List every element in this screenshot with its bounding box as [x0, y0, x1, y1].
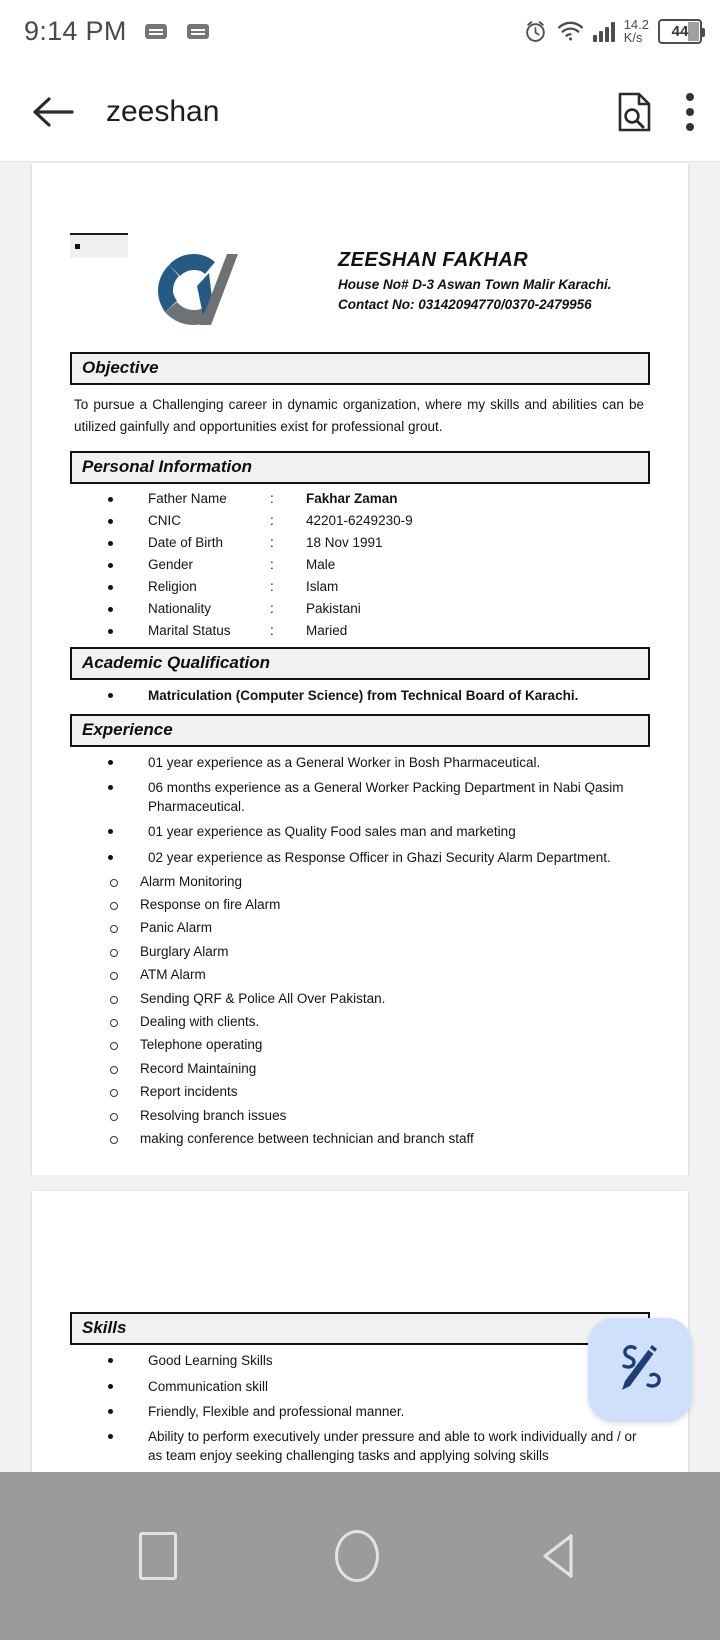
pi-label: Father Name — [148, 490, 227, 506]
kebab-menu-icon[interactable] — [686, 92, 694, 131]
chat-icon — [186, 23, 209, 39]
table-row: Marital Status : Maried — [70, 623, 650, 638]
section-heading-personal-information: Personal Information — [70, 450, 650, 484]
system-navigation-bar — [0, 1472, 720, 1640]
document-search-icon[interactable] — [616, 92, 652, 132]
signal-icon — [592, 20, 615, 42]
list-item: Dealing with clients. — [70, 1013, 650, 1032]
list-item: Communication skill — [70, 1377, 650, 1396]
section-heading-objective: Objective — [70, 352, 650, 385]
list-item: 01 year experience as a General Worker i… — [70, 753, 650, 772]
list-item: making conference between technician and… — [70, 1130, 650, 1149]
experience-sub-list: Alarm Monitoring Response on fire Alarm … — [70, 873, 650, 1149]
pi-label: Marital Status — [148, 622, 231, 638]
list-item: Friendly, Flexible and professional mann… — [70, 1402, 650, 1421]
pi-colon: : — [270, 512, 274, 528]
pi-colon: : — [270, 534, 274, 550]
pi-label: Gender — [148, 556, 194, 572]
circle-home-icon[interactable] — [335, 1530, 379, 1582]
pi-value: Fakhar Zaman — [306, 490, 398, 506]
table-row: Religion : Islam — [70, 579, 650, 594]
phone-screen: 9:14 PM 14.2 K/s 44 zeeshan ZEESHAN FAKH… — [0, 0, 720, 1640]
experience-list: 01 year experience as a General Worker i… — [70, 753, 650, 867]
list-item: Sending QRF & Police All Over Pakistan. — [70, 990, 650, 1009]
list-item: Response on fire Alarm — [70, 896, 650, 915]
back-arrow-icon[interactable] — [32, 95, 74, 129]
app-bar-actions — [616, 92, 694, 132]
pi-colon: : — [270, 600, 274, 616]
document-page-2: Skills Good Learning Skills Communicatio… — [32, 1191, 688, 1472]
wifi-icon — [557, 21, 583, 41]
battery-level-text: 44 — [671, 22, 689, 40]
list-item: 06 months experience as a General Worker… — [70, 778, 650, 816]
pi-colon: : — [270, 556, 274, 572]
chat-icon — [144, 23, 167, 39]
list-item: 02 year experience as Response Officer i… — [70, 848, 650, 867]
list-item: Telephone operating — [70, 1036, 650, 1055]
section-heading-experience: Experience — [70, 713, 650, 747]
section-heading-skills: Skills — [70, 1312, 650, 1346]
status-bar: 9:14 PM 14.2 K/s 44 — [0, 0, 720, 62]
pi-label: Religion — [148, 578, 197, 594]
status-bar-clock: 9:14 PM — [24, 15, 127, 46]
cv-identity: ZEESHAN FAKHAR House No# D-3 Aswan Town … — [338, 249, 612, 312]
square-recents-icon[interactable] — [139, 1532, 177, 1580]
page-title: zeeshan — [106, 94, 220, 128]
pi-value: Islam — [306, 578, 339, 594]
table-row: Father Name : Fakhar Zaman — [70, 491, 650, 506]
table-row: Gender : Male — [70, 557, 650, 572]
pi-colon: : — [270, 490, 274, 506]
app-bar: zeeshan — [0, 62, 720, 162]
notification-icons — [144, 23, 209, 39]
list-item: Matriculation (Computer Science) from Te… — [70, 686, 650, 705]
pi-label: CNIC — [148, 512, 181, 528]
section-heading-academic-qualification: Academic Qualification — [70, 646, 650, 680]
pi-value: Male — [306, 556, 336, 572]
cv-logo — [158, 254, 238, 325]
alarm-icon — [525, 20, 545, 42]
triangle-back-icon[interactable] — [537, 1530, 581, 1582]
battery-indicator: 44 — [658, 18, 705, 44]
pi-value: Pakistani — [306, 600, 361, 616]
pi-value: Maried — [306, 622, 348, 638]
network-rate-unit: K/s — [623, 30, 643, 45]
pi-label: Nationality — [148, 600, 212, 616]
pi-colon: : — [270, 622, 274, 638]
list-item: Alarm Monitoring — [70, 873, 650, 892]
list-item: 01 year experience as Quality Food sales… — [70, 822, 650, 841]
objective-text: To pursue a Challenging career in dynami… — [74, 397, 644, 434]
skills-list: Good Learning Skills Communication skill… — [70, 1351, 650, 1472]
list-item: Record Maintaining — [70, 1060, 650, 1079]
pi-colon: : — [270, 578, 274, 594]
page-separator — [0, 1175, 720, 1192]
list-item: Good Learning Skills — [70, 1351, 650, 1370]
cv-name: ZEESHAN FAKHAR — [338, 249, 529, 271]
edit-fab-button[interactable] — [588, 1318, 692, 1422]
list-item: ATM Alarm — [70, 966, 650, 985]
list-item: Resolving branch issues — [70, 1107, 650, 1126]
document-page-1: ZEESHAN FAKHAR House No# D-3 Aswan Town … — [32, 163, 688, 1176]
placeholder-box — [70, 233, 128, 258]
pi-value: 18 Nov 1991 — [306, 534, 383, 550]
table-row: Date of Birth : 18 Nov 1991 — [70, 535, 650, 550]
cv-address: House No# D-3 Aswan Town Malir Karachi. — [338, 277, 612, 292]
personal-information-list: Father Name : Fakhar Zaman CNIC : 42201-… — [70, 491, 650, 638]
table-row: Nationality : Pakistani — [70, 601, 650, 616]
document-scroll-area[interactable]: ZEESHAN FAKHAR House No# D-3 Aswan Town … — [0, 163, 720, 1472]
cv-header: ZEESHAN FAKHAR House No# D-3 Aswan Town … — [70, 233, 650, 343]
table-row: CNIC : 42201-6249230-9 — [70, 513, 650, 528]
pi-label: Date of Birth — [148, 534, 224, 550]
status-bar-indicators: 14.2 K/s 44 — [523, 18, 705, 44]
network-rate: 14.2 K/s — [624, 18, 649, 44]
list-item: Report incidents — [70, 1083, 650, 1102]
list-item: Burglary Alarm — [70, 943, 650, 962]
edit-pen-icon — [622, 1345, 661, 1390]
list-item: Ability to perform executively under pre… — [70, 1427, 650, 1465]
academic-qualification-list: Matriculation (Computer Science) from Te… — [70, 686, 650, 705]
list-item: Panic Alarm — [70, 919, 650, 938]
pi-value: 42201-6249230-9 — [306, 512, 413, 528]
cv-contact: Contact No: 03142094770/0370-2479956 — [338, 297, 592, 312]
